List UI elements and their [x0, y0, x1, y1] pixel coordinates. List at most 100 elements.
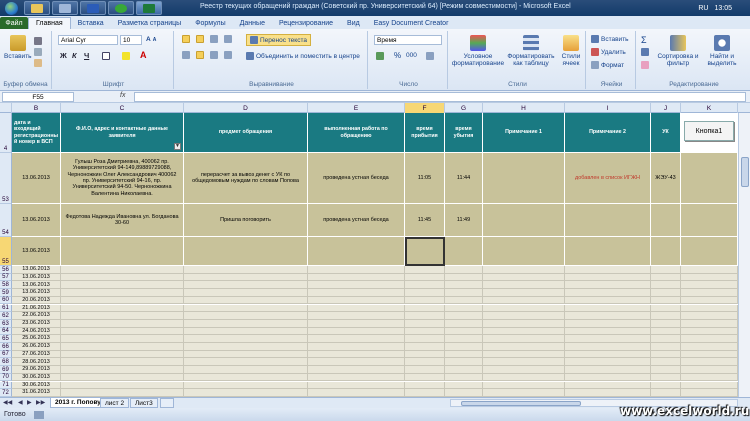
sheet-tab-1[interactable]: 2013 г. Попову — [50, 398, 106, 408]
formula-input[interactable] — [134, 92, 746, 102]
empty-cell[interactable] — [681, 289, 738, 297]
taskbar-explorer[interactable] — [24, 1, 50, 15]
name-box[interactable]: F55 — [2, 92, 74, 102]
cell-uk[interactable] — [651, 237, 681, 266]
cell-date[interactable]: 26.06.2013 — [12, 343, 61, 351]
delete-cells-button[interactable]: Удалить — [591, 48, 626, 56]
format-cells-button[interactable]: Формат — [591, 61, 624, 69]
col-header-g[interactable]: G — [445, 103, 483, 113]
empty-cell[interactable] — [61, 312, 184, 320]
cell-date[interactable]: 13.06.2013 — [12, 266, 61, 274]
row-header[interactable]: 54 — [0, 204, 12, 237]
empty-cell[interactable] — [308, 389, 405, 397]
filter-dropdown-icon[interactable]: ▼ — [174, 143, 181, 150]
row-header[interactable]: 59 — [0, 289, 12, 297]
cell-note-1[interactable] — [483, 204, 565, 237]
empty-cell[interactable] — [445, 296, 483, 305]
row-header[interactable]: 61 — [0, 304, 12, 313]
tab-view[interactable]: Вид — [340, 17, 367, 29]
orientation-button[interactable] — [224, 35, 232, 43]
cell-date[interactable]: 24.06.2013 — [12, 327, 61, 336]
next-sheet-icon[interactable]: ▶ — [27, 399, 32, 406]
empty-cell[interactable] — [405, 350, 445, 359]
number-format-select[interactable]: Время — [374, 35, 442, 45]
font-color-button[interactable]: A — [140, 50, 147, 60]
cell-date[interactable]: 30.06.2013 — [12, 381, 61, 390]
empty-cell[interactable] — [483, 381, 565, 390]
tab-insert[interactable]: Вставка — [71, 17, 111, 29]
empty-cell[interactable] — [565, 304, 651, 313]
align-center-button[interactable] — [196, 51, 204, 59]
empty-cell[interactable] — [483, 358, 565, 367]
decimal-button[interactable] — [426, 52, 434, 60]
taskbar-word[interactable] — [80, 1, 106, 15]
cell-work-done[interactable]: проведена устная беседа — [308, 153, 405, 204]
empty-cell[interactable] — [61, 327, 184, 336]
cell-departure[interactable]: 11:44 — [445, 153, 483, 204]
align-left-button[interactable] — [182, 51, 190, 59]
empty-cell[interactable] — [565, 381, 651, 390]
clock[interactable]: 13:05 — [714, 5, 732, 12]
header-subject[interactable]: предмет обращения — [184, 113, 308, 153]
empty-cell[interactable] — [651, 273, 681, 282]
empty-cell[interactable] — [61, 319, 184, 328]
cell-subject[interactable] — [184, 237, 308, 266]
active-cell-selection[interactable] — [405, 237, 445, 266]
empty-cell[interactable] — [445, 266, 483, 274]
empty-cell[interactable] — [681, 281, 738, 290]
cell-date[interactable]: 22.06.2013 — [12, 312, 61, 320]
row-header[interactable]: 58 — [0, 281, 12, 290]
borders-button[interactable] — [102, 52, 110, 60]
start-button[interactable] — [0, 0, 22, 16]
empty-cell[interactable] — [651, 366, 681, 374]
cell-date[interactable]: 13.06.2013 — [12, 153, 61, 204]
empty-cell[interactable] — [681, 319, 738, 328]
empty-cell[interactable] — [681, 296, 738, 305]
empty-cell[interactable] — [483, 296, 565, 305]
empty-cell[interactable] — [651, 358, 681, 367]
percent-button[interactable]: % — [394, 51, 401, 60]
empty-cell[interactable] — [405, 273, 445, 282]
row-header[interactable]: 66 — [0, 343, 12, 351]
cell-date[interactable]: 13.06.2013 — [12, 273, 61, 282]
font-name-select[interactable]: Arial Cyr — [58, 35, 118, 45]
empty-cell[interactable] — [445, 273, 483, 282]
row-header[interactable]: 64 — [0, 327, 12, 336]
underline-button[interactable]: Ч — [84, 51, 89, 60]
empty-cell[interactable] — [651, 327, 681, 336]
col-header-e[interactable]: E — [308, 103, 405, 113]
empty-cell[interactable] — [681, 273, 738, 282]
cell-arrival[interactable]: 11:45 — [405, 204, 445, 237]
language-indicator[interactable]: RU — [698, 5, 708, 12]
align-bottom-button[interactable] — [210, 35, 218, 43]
empty-cell[interactable] — [184, 289, 308, 297]
empty-cell[interactable] — [405, 312, 445, 320]
header-work-done[interactable]: выполненная работа по обращению — [308, 113, 405, 153]
empty-cell[interactable] — [565, 327, 651, 336]
empty-cell[interactable] — [483, 312, 565, 320]
empty-cell[interactable] — [565, 312, 651, 320]
empty-cell[interactable] — [184, 327, 308, 336]
empty-cell[interactable] — [405, 381, 445, 390]
empty-cell[interactable] — [445, 312, 483, 320]
empty-cell[interactable] — [681, 373, 738, 382]
row-header[interactable]: 55 — [0, 237, 12, 266]
cell-subject[interactable]: Пришла поговорить — [184, 204, 308, 237]
empty-cell[interactable] — [651, 312, 681, 320]
empty-cell[interactable] — [483, 281, 565, 290]
empty-cell[interactable] — [308, 273, 405, 282]
empty-cell[interactable] — [651, 289, 681, 297]
fill-button[interactable] — [641, 48, 649, 56]
empty-cell[interactable] — [681, 343, 738, 351]
cell-k[interactable] — [681, 204, 738, 237]
cell-note-1[interactable] — [483, 237, 565, 266]
empty-cell[interactable] — [681, 304, 738, 313]
row-header[interactable]: 62 — [0, 312, 12, 320]
cell-uk[interactable] — [651, 204, 681, 237]
empty-cell[interactable] — [445, 350, 483, 359]
row-header[interactable]: 63 — [0, 319, 12, 328]
empty-cell[interactable] — [483, 335, 565, 343]
empty-cell[interactable] — [651, 343, 681, 351]
empty-cell[interactable] — [445, 289, 483, 297]
empty-cell[interactable] — [681, 350, 738, 359]
